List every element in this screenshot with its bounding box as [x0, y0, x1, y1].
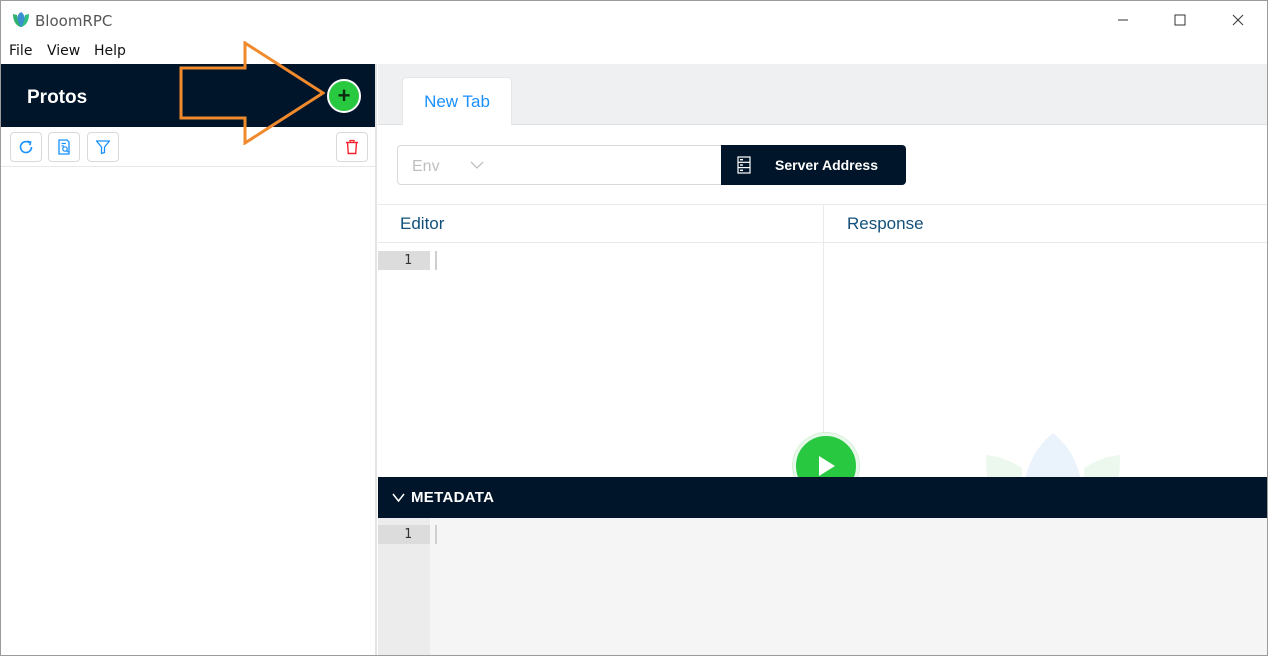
editor-response-panes: Editor 1 Response	[378, 205, 1267, 557]
delete-all-button[interactable]	[336, 132, 368, 162]
env-select[interactable]: Env	[397, 145, 499, 185]
metadata-toggle-bar[interactable]: METADATA	[378, 477, 1267, 518]
app-window: BloomRPC File View Help Protos + New Tab…	[0, 0, 1268, 656]
protos-sidebar: Protos +	[1, 64, 377, 655]
tab-new-tab[interactable]: New Tab	[402, 77, 512, 125]
server-address-input[interactable]	[498, 145, 722, 185]
main-area: New Tab Env Server Address Editor 1 Resp…	[378, 64, 1267, 655]
window-title: BloomRPC	[35, 12, 113, 30]
server-address-label: Server Address	[775, 157, 878, 173]
title-bar[interactable]: BloomRPC	[1, 1, 1267, 39]
tab-label: New Tab	[424, 91, 490, 111]
menu-view[interactable]: View	[47, 43, 80, 59]
editor-pane[interactable]: Editor 1	[378, 205, 824, 477]
reload-icon	[19, 140, 33, 154]
trash-icon	[346, 139, 358, 155]
minimize-icon	[1118, 19, 1128, 21]
chevron-down-icon	[470, 161, 484, 169]
protos-title: Protos	[27, 87, 88, 108]
address-row: Env Server Address	[378, 125, 1267, 205]
reload-protos-button[interactable]	[10, 132, 42, 162]
server-address-button[interactable]: Server Address	[721, 145, 906, 185]
env-placeholder: Env	[412, 158, 440, 175]
response-title: Response	[847, 214, 924, 233]
chevron-down-icon	[392, 493, 405, 503]
maximize-button[interactable]	[1151, 1, 1209, 39]
protos-toolbar	[1, 127, 376, 167]
maximize-icon	[1174, 14, 1186, 26]
metadata-cursor	[435, 525, 437, 544]
tab-bar: New Tab	[378, 64, 1267, 125]
bloomrpc-logo-icon	[13, 12, 29, 27]
import-paths-button[interactable]	[48, 132, 80, 162]
filter-button[interactable]	[87, 132, 119, 162]
editor-title: Editor	[400, 214, 445, 233]
close-button[interactable]	[1209, 1, 1267, 39]
filter-icon	[95, 140, 111, 155]
menu-file[interactable]: File	[9, 43, 32, 59]
response-header: Response	[824, 205, 1267, 243]
metadata-label: METADATA	[411, 489, 495, 506]
editor-line-number: 1	[404, 253, 412, 268]
add-proto-button[interactable]: +	[327, 79, 361, 113]
editor-line-gutter: 1	[378, 251, 430, 270]
file-search-icon	[58, 139, 70, 155]
metadata-editor[interactable]: 1	[378, 518, 1267, 655]
protos-header: Protos +	[1, 64, 376, 127]
editor-header: Editor	[378, 205, 823, 243]
server-icon	[737, 156, 751, 174]
plus-icon: +	[337, 83, 351, 108]
editor-cursor	[435, 251, 437, 270]
request-content: Env Server Address Editor 1 Response MET…	[378, 125, 1267, 655]
menu-help[interactable]: Help	[94, 43, 126, 59]
play-icon	[819, 456, 835, 476]
close-icon	[1232, 14, 1244, 26]
minimize-button[interactable]	[1094, 1, 1152, 39]
metadata-line-number: 1	[404, 527, 412, 542]
metadata-line-gutter: 1	[378, 525, 430, 544]
menu-bar: File View Help	[1, 39, 1267, 64]
